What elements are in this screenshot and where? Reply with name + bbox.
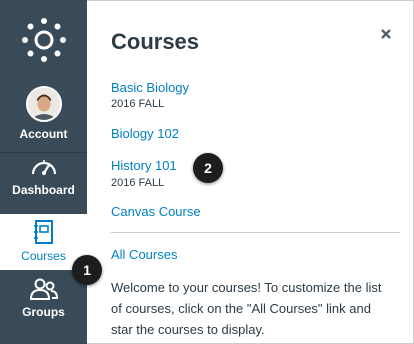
avatar [25,86,62,122]
callout-badge-2: 2 [193,153,223,183]
all-courses-link[interactable]: All Courses [111,247,177,262]
nav-item-label: Account [19,127,68,141]
dashboard-gauge-icon [31,160,56,175]
nav-item-account[interactable]: Account [0,86,87,150]
course-link-canvas-course[interactable]: Canvas Course [111,204,201,219]
welcome-message: Welcome to your courses! To customize th… [111,280,382,337]
course-term: 2016 FALL [111,177,165,189]
groups-people-icon [29,278,58,300]
course-link-history-101[interactable]: History 101 [111,158,177,173]
nav-item-label: Dashboard [12,183,75,197]
nav-item-label: Courses [21,249,66,263]
courses-tray: Courses Basic Biology 2016 FALL Biology … [87,1,413,343]
global-navigation: Account Dashboard Courses Groups [0,0,87,344]
nav-item-label: Groups [22,305,65,319]
nav-divider [0,152,87,153]
course-link-biology-102[interactable]: Biology 102 [111,126,179,141]
course-term: 2016 FALL [111,98,165,110]
callout-badge-1: 1 [72,255,102,285]
close-icon[interactable] [379,27,393,41]
tray-title: Courses [111,29,200,54]
canvas-logo-icon[interactable] [0,0,87,80]
course-link-basic-biology[interactable]: Basic Biology [111,80,189,95]
nav-item-dashboard[interactable]: Dashboard [0,156,87,216]
nav-item-groups[interactable]: Groups [0,278,87,338]
tray-divider [111,232,400,233]
courses-book-icon [33,220,53,244]
